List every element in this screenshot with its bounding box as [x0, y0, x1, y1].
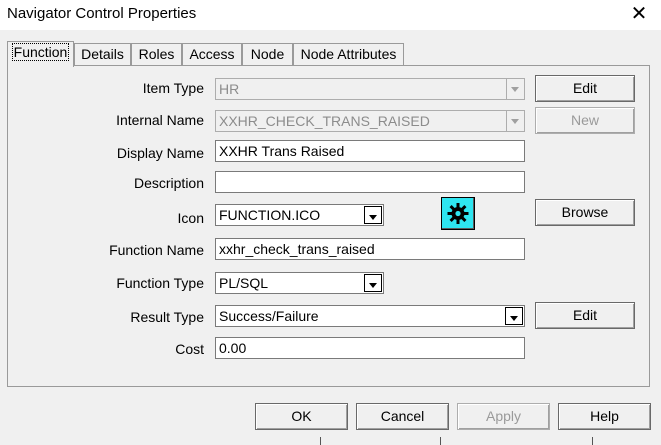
result-type-label: Result Type [130, 309, 204, 325]
result-type-select[interactable]: Success/Failure [215, 305, 525, 327]
description-label: Description [133, 175, 204, 191]
help-button[interactable]: Help [558, 403, 651, 430]
background-divider [592, 437, 593, 445]
ok-button[interactable]: OK [255, 403, 348, 430]
icon-value: FUNCTION.ICO [219, 207, 321, 223]
icon-label: Icon [177, 210, 204, 226]
display-name-field[interactable]: XXHR Trans Raised [215, 140, 525, 162]
background-divider [320, 437, 321, 445]
icon-preview [441, 197, 475, 230]
icon-select[interactable]: FUNCTION.ICO [215, 204, 384, 226]
description-field[interactable] [215, 171, 525, 193]
cost-field[interactable]: 0.00 [215, 337, 525, 359]
function-type-label: Function Type [116, 275, 204, 291]
tab-node[interactable]: Node [242, 43, 293, 65]
apply-button[interactable]: Apply [457, 403, 550, 430]
chevron-down-icon[interactable] [506, 111, 524, 131]
item-type-label: Item Type [142, 80, 204, 96]
cancel-button[interactable]: Cancel [356, 403, 449, 430]
edit-result-type-button[interactable]: Edit [535, 302, 635, 329]
chevron-down-icon[interactable] [506, 79, 524, 99]
tab-details[interactable]: Details [74, 43, 131, 65]
window-title: Navigator Control Properties [7, 5, 197, 22]
function-name-field[interactable]: xxhr_check_trans_raised [215, 238, 525, 260]
browse-icon-button[interactable]: Browse [535, 199, 635, 226]
title-bar: Navigator Control Properties ✕ [0, 0, 661, 30]
result-type-value: Success/Failure [219, 308, 319, 324]
item-type-value: HR [219, 81, 240, 97]
background-divider [440, 437, 441, 445]
internal-name-value: XXHR_CHECK_TRANS_RAISED [219, 113, 430, 129]
tab-function[interactable]: Function [7, 41, 74, 67]
tab-roles[interactable]: Roles [131, 43, 182, 65]
chevron-down-icon[interactable] [505, 307, 523, 325]
function-type-value: PL/SQL [219, 275, 269, 291]
item-type-select[interactable]: HR [215, 78, 525, 100]
close-icon[interactable]: ✕ [628, 2, 650, 26]
internal-name-select[interactable]: XXHR_CHECK_TRANS_RAISED [215, 110, 525, 132]
chevron-down-icon[interactable] [364, 206, 382, 224]
tab-node-attributes[interactable]: Node Attributes [293, 43, 404, 65]
edit-item-type-button[interactable]: Edit [535, 75, 635, 102]
function-name-label: Function Name [109, 242, 204, 258]
display-name-label: Display Name [116, 145, 204, 161]
internal-name-label: Internal Name [116, 112, 204, 128]
cost-label: Cost [175, 341, 204, 357]
tab-access[interactable]: Access [182, 43, 242, 65]
window-edge [651, 30, 661, 445]
new-internal-name-button[interactable]: New [535, 107, 635, 134]
function-type-select[interactable]: PL/SQL [215, 272, 384, 294]
chevron-down-icon[interactable] [364, 274, 382, 292]
gear-icon [447, 203, 469, 224]
